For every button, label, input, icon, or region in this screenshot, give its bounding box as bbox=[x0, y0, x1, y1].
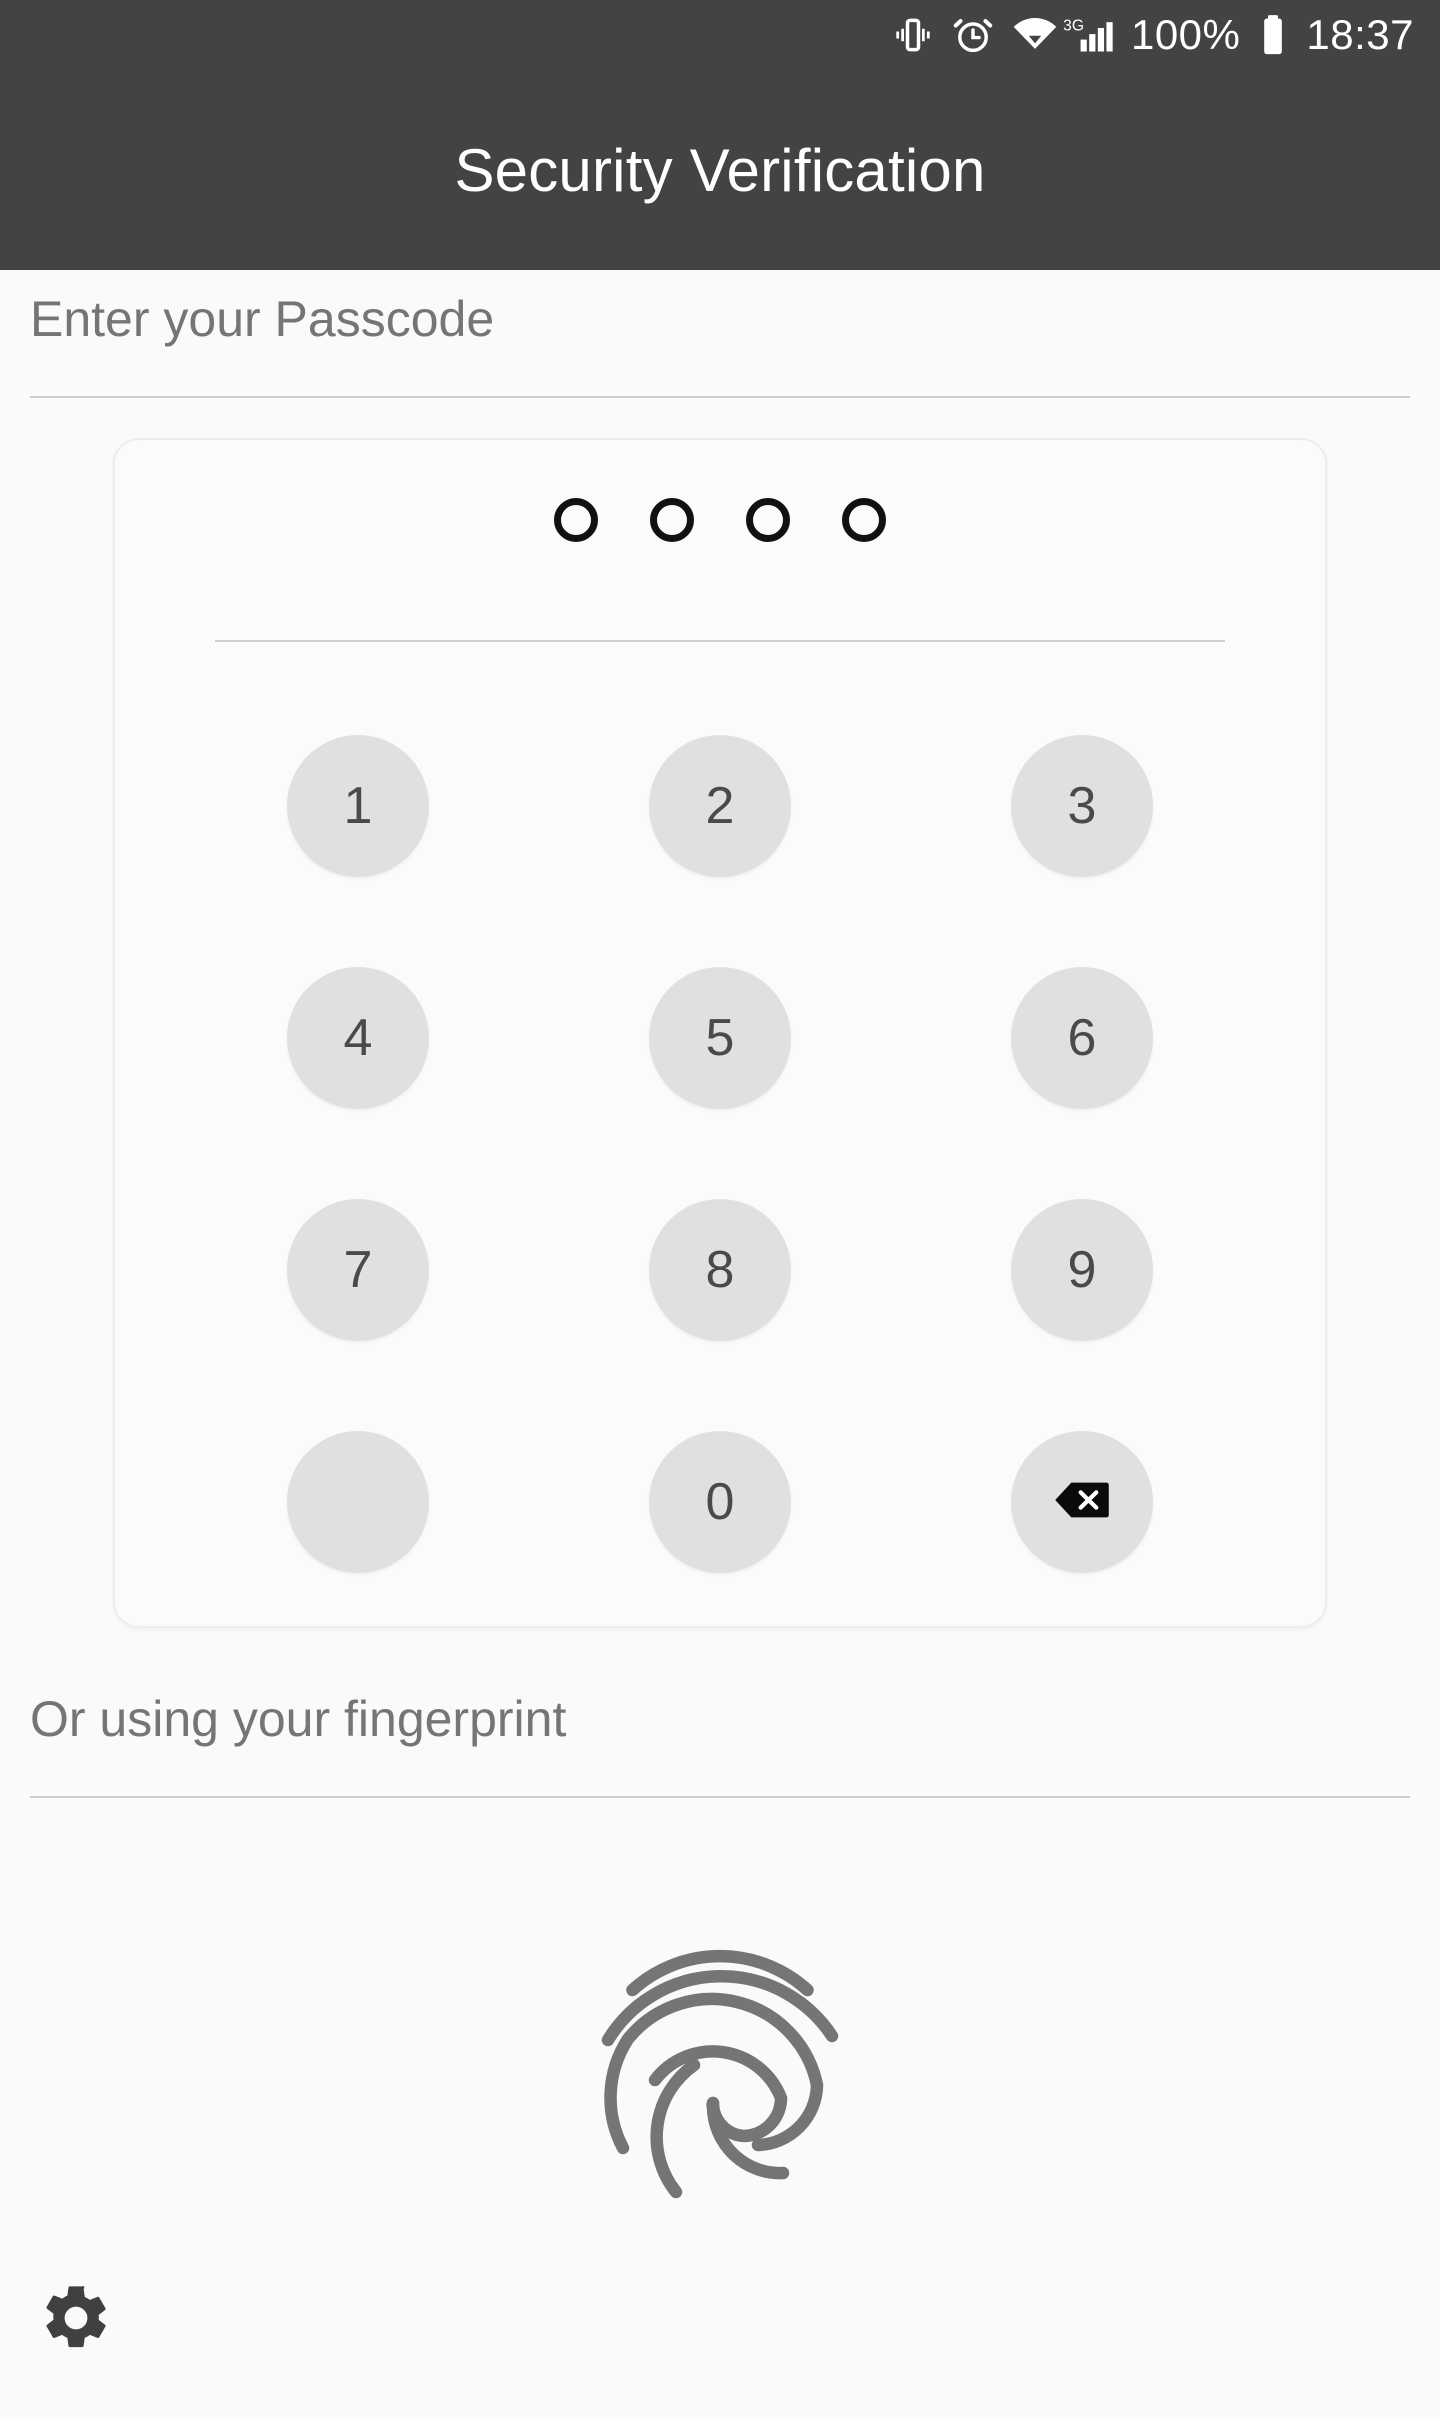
svg-text:3G: 3G bbox=[1063, 17, 1084, 34]
keypad-key-0[interactable]: 0 bbox=[649, 1431, 791, 1573]
keypad-key-8[interactable]: 8 bbox=[649, 1199, 791, 1341]
passcode-card: 1 2 3 4 5 6 7 8 9 0 bbox=[113, 438, 1327, 1628]
alarm-clock-icon bbox=[951, 13, 995, 57]
keypad-key-1[interactable]: 1 bbox=[287, 735, 429, 877]
keypad-key-9[interactable]: 9 bbox=[1011, 1199, 1153, 1341]
keypad-key-label: 1 bbox=[343, 777, 373, 835]
keypad-key-2[interactable]: 2 bbox=[649, 735, 791, 877]
wifi-icon bbox=[1011, 13, 1059, 57]
keypad-row: 4 5 6 bbox=[115, 922, 1325, 1154]
numeric-keypad: 1 2 3 4 5 6 7 8 9 0 bbox=[115, 690, 1325, 1618]
passcode-dots bbox=[115, 498, 1325, 542]
keypad-key-label: 7 bbox=[343, 1241, 373, 1299]
keypad-key-5[interactable]: 5 bbox=[649, 967, 791, 1109]
keypad-key-7[interactable]: 7 bbox=[287, 1199, 429, 1341]
passcode-divider bbox=[30, 396, 1410, 398]
page-title: Security Verification bbox=[454, 136, 986, 204]
keypad-key-3[interactable]: 3 bbox=[1011, 735, 1153, 877]
fingerprint-label: Or using your fingerprint bbox=[30, 1691, 567, 1747]
fingerprint-section-header: Or using your fingerprint bbox=[0, 1690, 1440, 1798]
app-bar: Security Verification bbox=[0, 70, 1440, 270]
backspace-icon bbox=[1053, 1478, 1111, 1527]
keypad-key-label: 5 bbox=[705, 1009, 735, 1067]
keypad-key-backspace[interactable] bbox=[1011, 1431, 1153, 1573]
status-bar: 3G 100% 18:37 bbox=[0, 0, 1440, 70]
keypad-row: 7 8 9 bbox=[115, 1154, 1325, 1386]
keypad-key-blank[interactable] bbox=[287, 1431, 429, 1573]
keypad-key-label: 6 bbox=[1067, 1009, 1097, 1067]
keypad-key-label: 9 bbox=[1067, 1241, 1097, 1299]
passcode-dot bbox=[842, 498, 886, 542]
settings-button[interactable] bbox=[38, 2280, 114, 2361]
keypad-row: 1 2 3 bbox=[115, 690, 1325, 922]
keypad-key-6[interactable]: 6 bbox=[1011, 967, 1153, 1109]
passcode-dot bbox=[746, 498, 790, 542]
keypad-row: 0 bbox=[115, 1386, 1325, 1618]
passcode-dot bbox=[554, 498, 598, 542]
passcode-label: Enter your Passcode bbox=[30, 291, 495, 347]
fingerprint-scanner-area[interactable] bbox=[0, 1930, 1440, 2225]
battery-full-icon bbox=[1256, 12, 1290, 58]
gear-icon[interactable] bbox=[38, 2286, 114, 2360]
battery-percent-label: 100% bbox=[1130, 11, 1241, 58]
keypad-key-label: 2 bbox=[705, 777, 735, 835]
keypad-key-label: 3 bbox=[1067, 777, 1097, 835]
passcode-dot bbox=[650, 498, 694, 542]
security-verification-screen: 3G 100% 18:37 Security Verification Ente… bbox=[0, 0, 1440, 2417]
passcode-section-header: Enter your Passcode bbox=[0, 290, 1440, 398]
keypad-key-label: 0 bbox=[705, 1473, 735, 1531]
keypad-key-label: 8 bbox=[705, 1241, 735, 1299]
fingerprint-icon[interactable] bbox=[589, 1930, 851, 2225]
vibrate-icon bbox=[891, 13, 935, 57]
passcode-input-divider bbox=[215, 640, 1225, 642]
keypad-key-4[interactable]: 4 bbox=[287, 967, 429, 1109]
fingerprint-divider bbox=[30, 1796, 1410, 1798]
status-clock: 18:37 bbox=[1306, 11, 1414, 58]
keypad-key-label: 4 bbox=[343, 1009, 373, 1067]
cellular-signal-icon: 3G bbox=[1059, 13, 1115, 57]
